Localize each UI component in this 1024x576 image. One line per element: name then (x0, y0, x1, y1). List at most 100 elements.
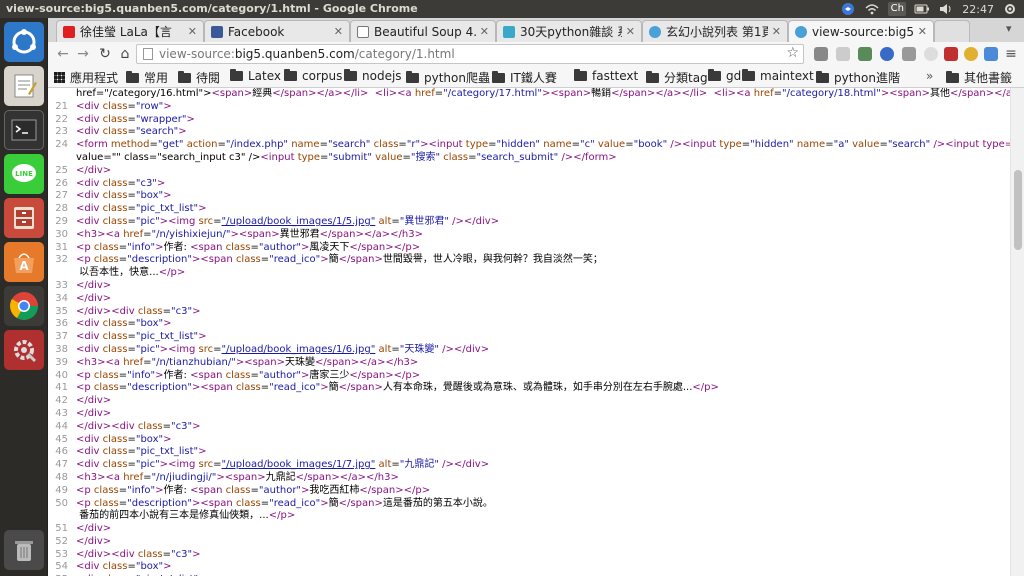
source-line: 49 <p class="info">作者: <span class="autho… (48, 485, 1010, 498)
trash-icon[interactable] (4, 530, 44, 570)
close-icon[interactable]: ✕ (334, 25, 343, 38)
source-code: 以吾本性，快意...</p> (76, 267, 186, 279)
home-icon[interactable]: ⌂ (116, 45, 134, 63)
folder-icon (178, 70, 191, 83)
source-code: <h3><a href="/n/yishixiejun/"><span>異世邪君… (76, 228, 423, 240)
chrome-icon[interactable] (4, 286, 44, 326)
terminal-icon[interactable] (4, 110, 44, 150)
folder-icon (126, 70, 139, 83)
address-bar[interactable]: view-source: big5.quanben5.com/category/1… (136, 44, 804, 64)
line-number: 24 (55, 139, 68, 151)
other-bookmarks-folder[interactable]: 其他書籤 (946, 69, 1012, 86)
source-line: 36 <div class="box"> (48, 318, 1010, 331)
source-line: 29 <div class="pic"><img src="/upload/boo… (48, 216, 1010, 229)
bookmark-folder[interactable]: maintext (742, 69, 814, 83)
url-path: /category/1.html (354, 47, 455, 61)
extension-blue-icon[interactable] (880, 47, 894, 61)
extension-circle-icon[interactable] (924, 47, 938, 61)
folder-icon (946, 70, 959, 83)
source-line: 21 <div class="row"> (48, 101, 1010, 114)
bookmark-folder[interactable]: python進階 (816, 69, 900, 86)
view-source-content[interactable]: href="/category/16.html"><span>經典</span>… (48, 88, 1010, 576)
source-line: 37 <div class="pic_txt_list"> (48, 331, 1010, 344)
forward-icon[interactable]: → (74, 45, 92, 63)
window-menu-icon[interactable]: ▾ (1006, 22, 1020, 36)
globe-icon (795, 25, 807, 38)
bookmark-folder[interactable]: corpus (284, 69, 342, 83)
new-tab-button[interactable] (934, 20, 970, 42)
close-icon[interactable]: ✕ (188, 25, 197, 38)
close-icon[interactable]: ✕ (772, 25, 781, 38)
extension-n-icon[interactable] (814, 47, 828, 61)
tab-facebook[interactable]: Facebook ✕ (204, 20, 350, 42)
vertical-scrollbar[interactable] (1010, 88, 1024, 576)
tab-label: Beautiful Soup 4.4. (374, 24, 476, 39)
source-code: </div><div class="c3"> (76, 420, 201, 432)
battery-icon[interactable] (914, 2, 930, 16)
extension-s-icon[interactable] (984, 47, 998, 61)
bookmark-folder[interactable]: IT鐵人賽 (492, 69, 557, 86)
tab-beautiful-soup[interactable]: Beautiful Soup 4.4. ✕ (350, 20, 496, 42)
keyboard-icon[interactable]: Ch (888, 2, 907, 16)
bookmark-folder[interactable]: nodejs (344, 69, 402, 83)
tab-novel-list[interactable]: 玄幻小說列表 第1頁 ✕ (642, 20, 788, 42)
line-number: 30 (55, 228, 68, 240)
clock-text[interactable]: 22:47 (962, 3, 994, 16)
text-editor-icon[interactable] (4, 66, 44, 106)
ubuntu-dash-icon[interactable] (4, 22, 44, 62)
star-icon[interactable]: ☆ (786, 45, 799, 61)
source-line: 44 </div><div class="c3"> (48, 421, 1010, 434)
extension-color-wheel-icon[interactable] (964, 47, 978, 61)
volume-icon[interactable] (938, 2, 954, 16)
software-center-icon[interactable]: A (4, 242, 44, 282)
extension-red-icon[interactable] (944, 47, 958, 61)
menu-icon[interactable]: ≡ (1002, 45, 1020, 63)
line-number: 28 (55, 203, 68, 215)
tab-ithelp[interactable]: 30天python雜談 系 ✕ (496, 20, 642, 42)
source-code: </div> (76, 523, 112, 535)
source-line: href="/category/16.html"><span>經典</span>… (48, 88, 1010, 101)
bookmark-folder[interactable]: 常用 (126, 69, 168, 86)
dropbox-icon[interactable] (840, 2, 856, 16)
scrollbar-thumb[interactable] (1014, 170, 1022, 250)
bookmark-apps[interactable]: 應用程式 (54, 69, 118, 86)
line-number: 39 (55, 356, 68, 368)
bookmark-folder[interactable]: 待閱 (178, 69, 220, 86)
source-line: 31 <p class="info">作者: <span class="autho… (48, 242, 1010, 255)
bookmark-folder[interactable]: fasttext (574, 69, 638, 83)
wifi-icon[interactable] (864, 2, 880, 16)
system-settings-icon[interactable] (4, 330, 44, 370)
source-line: 番茄的前四本小說有三本是修真仙俠類，...</p> (48, 510, 1010, 523)
source-line: 46 <div class="pic_txt_list"> (48, 446, 1010, 459)
bookmark-label: 待閱 (196, 71, 221, 85)
svg-text:LINE: LINE (15, 170, 33, 178)
close-icon[interactable]: ✕ (480, 25, 489, 38)
back-icon[interactable]: ← (54, 45, 72, 63)
bookmark-folder[interactable]: 分類tag (646, 69, 708, 86)
bookmarks-overflow-button[interactable]: » (926, 69, 933, 83)
source-line: 30 <h3><a href="/n/yishixiejun/"><span>異世… (48, 229, 1010, 242)
bookmark-label: 分類tag (664, 71, 708, 85)
svg-text:A: A (19, 259, 29, 273)
line-number: 31 (55, 241, 68, 253)
source-line: 52 </div> (48, 536, 1010, 549)
source-code: <div class="box"> (76, 561, 172, 573)
close-icon[interactable]: ✕ (626, 25, 635, 38)
extension-page-icon[interactable] (836, 47, 850, 61)
line-messenger-icon[interactable]: LINE (4, 154, 44, 194)
source-code: <p class="description"><span class="read… (76, 382, 719, 394)
extension-grey-icon[interactable] (902, 47, 916, 61)
reload-icon[interactable]: ↻ (96, 45, 114, 63)
source-code: </div> (76, 395, 112, 407)
line-number: 49 (55, 484, 68, 496)
unity-launcher: LINE A (0, 18, 48, 576)
tab-view-source[interactable]: view-source:big5.q ✕ (788, 20, 934, 42)
line-number: 25 (55, 164, 68, 176)
bookmark-folder[interactable]: Latex (230, 69, 281, 83)
bookmark-folder[interactable]: python爬蟲 (406, 69, 490, 86)
close-icon[interactable]: ✕ (918, 25, 927, 38)
tab-youtube[interactable]: 徐佳瑩 LaLa【言 ✕ (56, 20, 204, 42)
file-cabinet-icon[interactable] (4, 198, 44, 238)
extension-green-icon[interactable] (858, 47, 872, 61)
settings-icon[interactable] (1002, 2, 1018, 16)
